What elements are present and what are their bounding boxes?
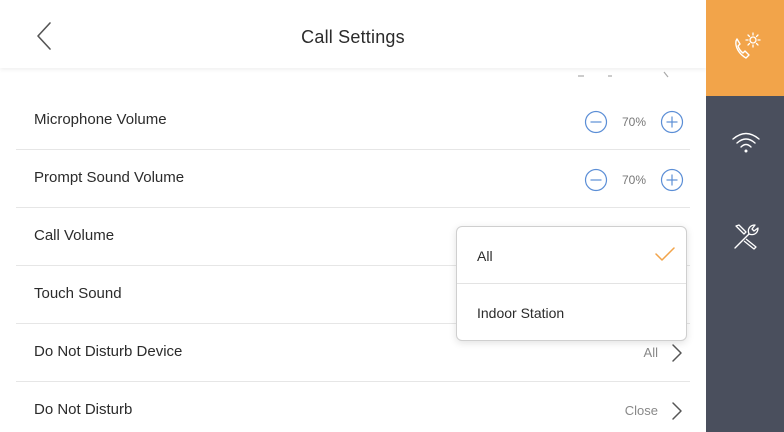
row-value: All [643, 345, 658, 360]
chevron-right-icon [672, 344, 682, 362]
dropdown-option-indoor-station[interactable]: Indoor Station [457, 283, 686, 340]
dropdown-option-all[interactable]: All [457, 227, 686, 283]
page-title: Call Settings [301, 27, 405, 47]
row-label: Touch Sound [34, 285, 122, 302]
row-label: Prompt Sound Volume [34, 169, 185, 186]
chevron-right-icon [672, 402, 682, 420]
row-label: Do Not Disturb Device [34, 343, 183, 360]
volume-value: 70% [621, 115, 647, 129]
tools-icon [734, 224, 759, 250]
minus-icon[interactable] [584, 110, 608, 134]
plus-icon[interactable] [660, 110, 684, 134]
sidebar [706, 0, 784, 432]
volume-value: 70% [621, 173, 647, 187]
wifi-icon [732, 132, 760, 153]
settings-panel: Call Settings Microphone Volume 70% Prom… [0, 0, 706, 432]
sidebar-item-network[interactable] [706, 96, 784, 190]
row-label: Do Not Disturb [34, 401, 133, 418]
plus-icon[interactable] [660, 168, 684, 192]
partial-row-controls [578, 71, 669, 78]
minus-icon[interactable] [584, 168, 608, 192]
row-do-not-disturb[interactable]: Do Not Disturb Close [0, 382, 706, 432]
call-settings-icon [735, 32, 761, 59]
microphone-volume-control: 70% [584, 110, 684, 134]
option-label: All [477, 248, 493, 264]
header-bar: Call Settings [0, 0, 706, 68]
row-label: Microphone Volume [34, 111, 167, 128]
row-prompt-sound-volume: Prompt Sound Volume 70% [0, 150, 706, 208]
option-label: Indoor Station [477, 305, 565, 321]
row-microphone-volume: Microphone Volume 70% [0, 92, 706, 150]
prompt-sound-volume-control: 70% [584, 168, 684, 192]
sidebar-item-call-settings[interactable] [706, 0, 784, 96]
sidebar-item-maintenance[interactable] [706, 190, 784, 284]
checkmark-icon [655, 247, 675, 261]
do-not-disturb-device-dropdown: All Indoor Station [456, 226, 687, 341]
row-value: Close [624, 403, 658, 418]
row-label: Call Volume [34, 227, 115, 244]
